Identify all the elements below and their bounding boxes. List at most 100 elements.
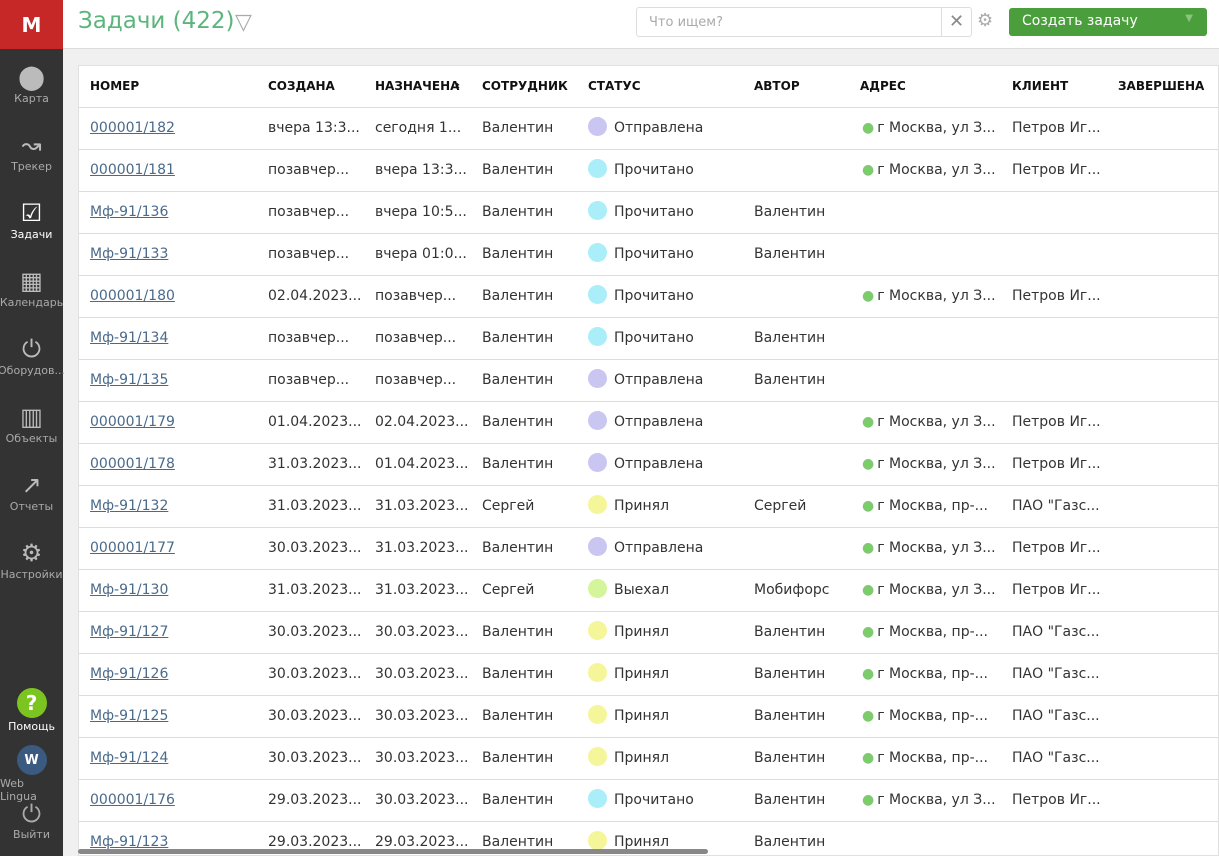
column-header[interactable]: СТАТУС (588, 66, 641, 107)
cell-5: Валентин (754, 204, 826, 220)
cell-number[interactable]: 000001/179 (90, 402, 175, 443)
table-row[interactable]: Мф-91/125 30.03.2023... 30.03.2023... Вален… (79, 696, 1218, 738)
address-text: г Москва, пр-... (877, 498, 988, 514)
task-number-link[interactable]: 000001/181 (90, 162, 175, 178)
sidebar-item-label: Календарь (0, 295, 64, 309)
table-row[interactable]: Мф-91/127 30.03.2023... 30.03.2023... Вален… (79, 612, 1218, 654)
column-header[interactable]: СОЗДАНА (268, 66, 335, 107)
table-row[interactable]: Мф-91/134 позавчер... позавчер... Валентин П… (79, 318, 1218, 360)
cell-7: Петров Иг... (1012, 288, 1101, 304)
task-number-link[interactable]: Мф-91/123 (90, 834, 168, 850)
table-row[interactable]: Мф-91/135 позавчер... позавчер... Валентин О… (79, 360, 1218, 402)
cell-1: 30.03.2023... (268, 624, 362, 640)
status-label: Прочитано (614, 792, 694, 808)
column-header[interactable]: АВТОР (754, 66, 800, 107)
cell-number[interactable]: Мф-91/133 (90, 234, 168, 275)
sort-icon[interactable]: ⬍ (454, 66, 461, 107)
sidebar-item-0[interactable]: ⬤ Карта (0, 49, 63, 117)
task-number-link[interactable]: Мф-91/134 (90, 330, 168, 346)
sidebar-item-6[interactable]: ↗ Отчеты (0, 457, 63, 525)
task-number-link[interactable]: Мф-91/124 (90, 750, 168, 766)
column-header[interactable]: КЛИЕНТ (1012, 66, 1068, 107)
table-row[interactable]: Мф-91/126 30.03.2023... 30.03.2023... Вален… (79, 654, 1218, 696)
table-row[interactable]: 000001/176 29.03.2023... 30.03.2023... Вале… (79, 780, 1218, 822)
cell-number[interactable]: Мф-91/135 (90, 360, 168, 401)
settings-gears-icon[interactable]: ⚙ (977, 10, 993, 31)
address-text: г Москва, пр-... (877, 624, 988, 640)
task-number-link[interactable]: 000001/182 (90, 120, 175, 136)
status-label: Принял (614, 834, 670, 850)
cell-number[interactable]: Мф-91/125 (90, 696, 168, 737)
help-button[interactable]: ? Помощь (0, 688, 63, 733)
table-row[interactable]: 000001/181 позавчер... вчера 13:3... Валент… (79, 150, 1218, 192)
search-input[interactable]: Что ищем? ✕ (636, 7, 972, 37)
sidebar-item-7[interactable]: ⚙ Настройки (0, 525, 63, 593)
cell-number[interactable]: Мф-91/134 (90, 318, 168, 359)
chevron-down-icon[interactable]: ▼ (1185, 13, 1193, 24)
table-row[interactable]: 000001/180 02.04.2023... позавчер... Валент… (79, 276, 1218, 318)
logout-button[interactable]: ⏻ Выйти (0, 800, 63, 841)
table-row[interactable]: Мф-91/133 позавчер... вчера 01:0... Валенти… (79, 234, 1218, 276)
table-row[interactable]: Мф-91/124 30.03.2023... 30.03.2023... Вален… (79, 738, 1218, 780)
task-number-link[interactable]: Мф-91/126 (90, 666, 168, 682)
language-button[interactable]: W Web Lingua (0, 745, 63, 803)
task-number-link[interactable]: Мф-91/133 (90, 246, 168, 262)
table-row[interactable]: Мф-91/136 позавчер... вчера 10:5... Валенти… (79, 192, 1218, 234)
task-number-link[interactable]: Мф-91/130 (90, 582, 168, 598)
horizontal-scrollbar[interactable] (78, 849, 708, 854)
task-number-link[interactable]: Мф-91/136 (90, 204, 168, 220)
app-logo[interactable]: M (0, 0, 63, 49)
cell-number[interactable]: 000001/182 (90, 108, 175, 149)
table-row[interactable]: 000001/178 31.03.2023... 01.04.2023... Вале… (79, 444, 1218, 486)
cell-5: Валентин (754, 750, 826, 766)
clear-search-icon[interactable]: ✕ (941, 8, 971, 36)
table-row[interactable]: 000001/179 01.04.2023... 02.04.2023... Вале… (79, 402, 1218, 444)
task-number-link[interactable]: 000001/178 (90, 456, 175, 472)
column-header[interactable]: НОМЕР (90, 66, 139, 107)
cell-number[interactable]: Мф-91/132 (90, 486, 168, 527)
task-number-link[interactable]: Мф-91/127 (90, 624, 168, 640)
create-task-button[interactable]: Создать задачу ▼ (1009, 8, 1207, 36)
table-row[interactable]: Мф-91/130 31.03.2023... 31.03.2023... Серге… (79, 570, 1218, 612)
sidebar-item-5[interactable]: ▥ Объекты (0, 389, 63, 457)
column-header[interactable]: АДРЕС (860, 66, 906, 107)
cell-number[interactable]: 000001/180 (90, 276, 175, 317)
status-dot-icon (588, 747, 607, 766)
column-header[interactable]: СОТРУДНИК (482, 66, 568, 107)
column-header[interactable]: НАЗНАЧЕНА (375, 66, 459, 107)
sidebar-item-2[interactable]: ☑ Задачи (0, 185, 63, 253)
task-number-link[interactable]: 000001/179 (90, 414, 175, 430)
cell-number[interactable]: Мф-91/127 (90, 612, 168, 653)
task-number-link[interactable]: Мф-91/135 (90, 372, 168, 388)
table-row[interactable]: 000001/177 30.03.2023... 31.03.2023... Вале… (79, 528, 1218, 570)
cell-1: 31.03.2023... (268, 498, 362, 514)
cell-number[interactable]: 000001/177 (90, 528, 175, 569)
gear-icon: ⚙ (20, 538, 43, 567)
cell-number[interactable]: 000001/176 (90, 780, 175, 821)
cell-number[interactable]: 000001/178 (90, 444, 175, 485)
table-row[interactable]: 000001/182 вчера 13:3... сегодня 1... Вален… (79, 108, 1218, 150)
status-label: Прочитано (614, 288, 694, 304)
table-row[interactable]: Мф-91/132 31.03.2023... 31.03.2023... Серге… (79, 486, 1218, 528)
filter-icon[interactable]: ▽ (235, 10, 252, 35)
cell-5: Сергей (754, 498, 807, 514)
sidebar-item-1[interactable]: ↝ Трекер (0, 117, 63, 185)
cell-2: 31.03.2023... (375, 582, 469, 598)
location-pin-icon: ● (862, 708, 875, 724)
sidebar-item-4[interactable]: ⏻ Оборудов... (0, 321, 65, 389)
task-number-link[interactable]: 000001/180 (90, 288, 175, 304)
cell-number[interactable]: Мф-91/126 (90, 654, 168, 695)
column-header[interactable]: ЗАВЕРШЕНА (1118, 66, 1204, 107)
cell-number[interactable]: Мф-91/136 (90, 192, 168, 233)
status-label: Принял (614, 498, 670, 514)
clipboard-check-icon: ☑ (20, 198, 43, 227)
task-number-link[interactable]: Мф-91/132 (90, 498, 168, 514)
cell-7: Петров Иг... (1012, 582, 1101, 598)
cell-number[interactable]: Мф-91/130 (90, 570, 168, 611)
cell-number[interactable]: Мф-91/124 (90, 738, 168, 779)
task-number-link[interactable]: Мф-91/125 (90, 708, 168, 724)
cell-number[interactable]: 000001/181 (90, 150, 175, 191)
task-number-link[interactable]: 000001/177 (90, 540, 175, 556)
task-number-link[interactable]: 000001/176 (90, 792, 175, 808)
sidebar-item-3[interactable]: ▦ Календарь (0, 253, 63, 321)
